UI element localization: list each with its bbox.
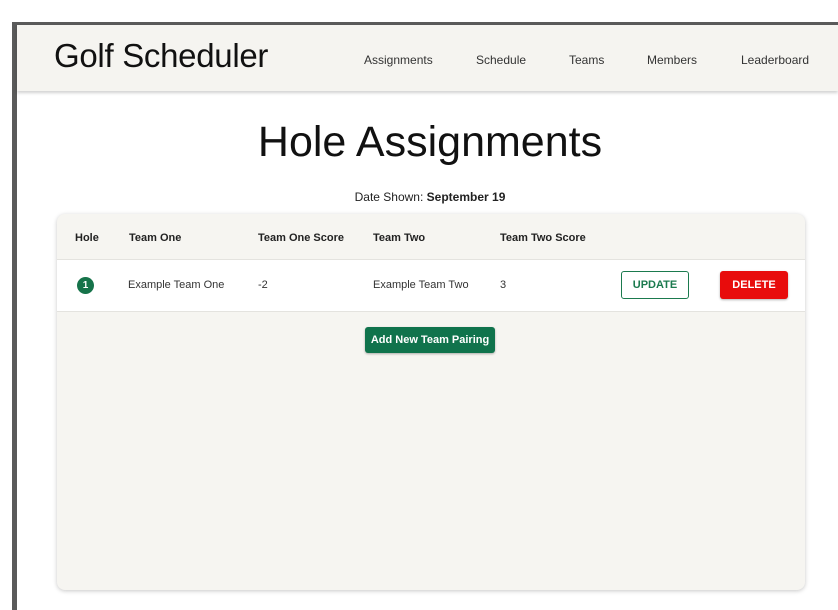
window-border-left — [12, 22, 17, 610]
date-label: Date Shown: — [354, 190, 424, 204]
team-two-score: 3 — [500, 279, 507, 291]
nav-teams[interactable]: Teams — [569, 53, 604, 67]
nav-members[interactable]: Members — [647, 53, 697, 67]
header-team-two: Team Two — [373, 232, 426, 244]
delete-button[interactable]: DELETE — [720, 271, 788, 299]
header-team-one-score: Team One Score — [258, 232, 344, 244]
update-button[interactable]: UPDATE — [621, 271, 689, 299]
team-one-score: -2 — [258, 279, 268, 291]
team-two-name: Example Team Two — [373, 279, 469, 291]
table-row: 1 Example Team One -2 Example Team Two 3… — [57, 259, 805, 312]
app-title: Golf Scheduler — [54, 37, 269, 74]
nav-assignments[interactable]: Assignments — [364, 53, 433, 67]
app-window: Golf Scheduler Assignments Schedule Team… — [0, 0, 838, 610]
page-title: Hole Assignments — [257, 118, 603, 166]
top-navbar: Golf Scheduler Assignments Schedule Team… — [17, 25, 838, 91]
date-shown: Date Shown: September 19 — [17, 190, 838, 204]
nav-schedule[interactable]: Schedule — [476, 53, 526, 67]
header-team-one: Team One — [129, 232, 182, 244]
add-team-pairing-button[interactable]: Add New Team Pairing — [365, 327, 495, 353]
header-team-two-score: Team Two Score — [500, 232, 586, 244]
team-one-name: Example Team One — [128, 279, 225, 291]
date-value: September 19 — [426, 190, 506, 204]
assignments-card: Hole Team One Team One Score Team Two Te… — [57, 214, 805, 590]
header-hole: Hole — [75, 232, 99, 244]
hole-number-badge: 1 — [77, 277, 94, 294]
nav-leaderboard[interactable]: Leaderboard — [741, 53, 809, 67]
